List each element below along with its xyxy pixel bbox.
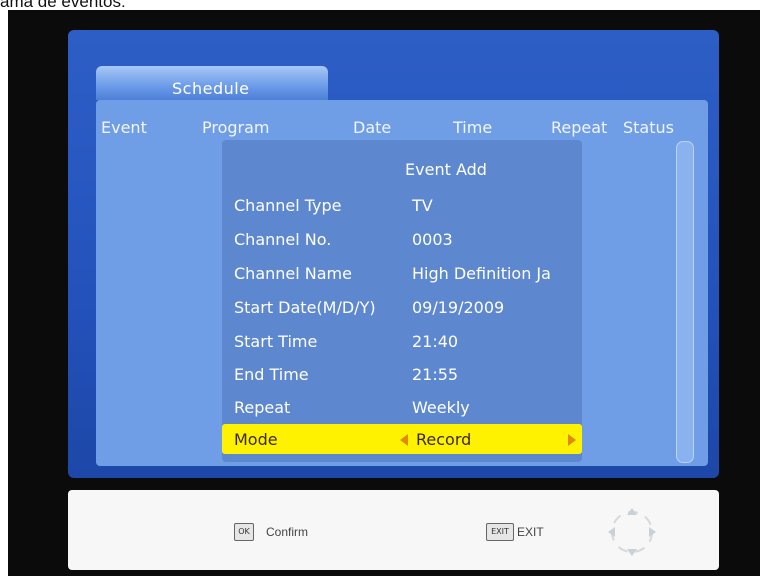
column-header-repeat: Repeat <box>551 118 608 137</box>
confirm-hint: Confirm <box>266 525 309 539</box>
tab-schedule-label: Schedule <box>172 79 250 98</box>
mode-value[interactable]: Record <box>416 430 471 449</box>
end-time-value[interactable]: 21:55 <box>412 365 458 384</box>
column-header-event: Event <box>101 118 147 137</box>
channel-no-value[interactable]: 0003 <box>412 230 453 249</box>
column-header-status: Status <box>623 118 674 137</box>
repeat-label: Repeat <box>234 398 291 417</box>
start-time-value[interactable]: 21:40 <box>412 332 458 351</box>
start-time-label: Start Time <box>234 332 318 351</box>
exit-hint: EXIT <box>517 525 544 539</box>
column-header-time: Time <box>453 118 493 137</box>
ok-key-icon: OK <box>234 523 254 541</box>
channel-name-value[interactable]: High Definition Ja <box>412 264 551 283</box>
start-date-label: Start Date(M/D/Y) <box>234 298 376 317</box>
arrow-right-icon[interactable] <box>568 434 576 446</box>
repeat-value[interactable]: Weekly <box>412 398 470 417</box>
dialog-title: Event Add <box>405 160 487 179</box>
column-header-date: Date <box>353 118 392 137</box>
arrow-left-icon[interactable] <box>400 434 408 446</box>
channel-name-label: Channel Name <box>234 264 352 283</box>
mode-row[interactable]: Mode Record <box>222 424 582 454</box>
channel-no-label: Channel No. <box>234 230 332 249</box>
directional-pad-icon <box>608 508 656 556</box>
end-time-label: End Time <box>234 365 309 384</box>
channel-type-label: Channel Type <box>234 196 342 215</box>
start-date-value[interactable]: 09/19/2009 <box>412 298 504 317</box>
list-scrollbar[interactable] <box>676 141 694 463</box>
mode-label: Mode <box>234 430 278 449</box>
column-header-program: Program <box>202 118 270 137</box>
exit-key-icon: EXIT <box>486 523 514 541</box>
channel-type-value[interactable]: TV <box>412 196 433 215</box>
